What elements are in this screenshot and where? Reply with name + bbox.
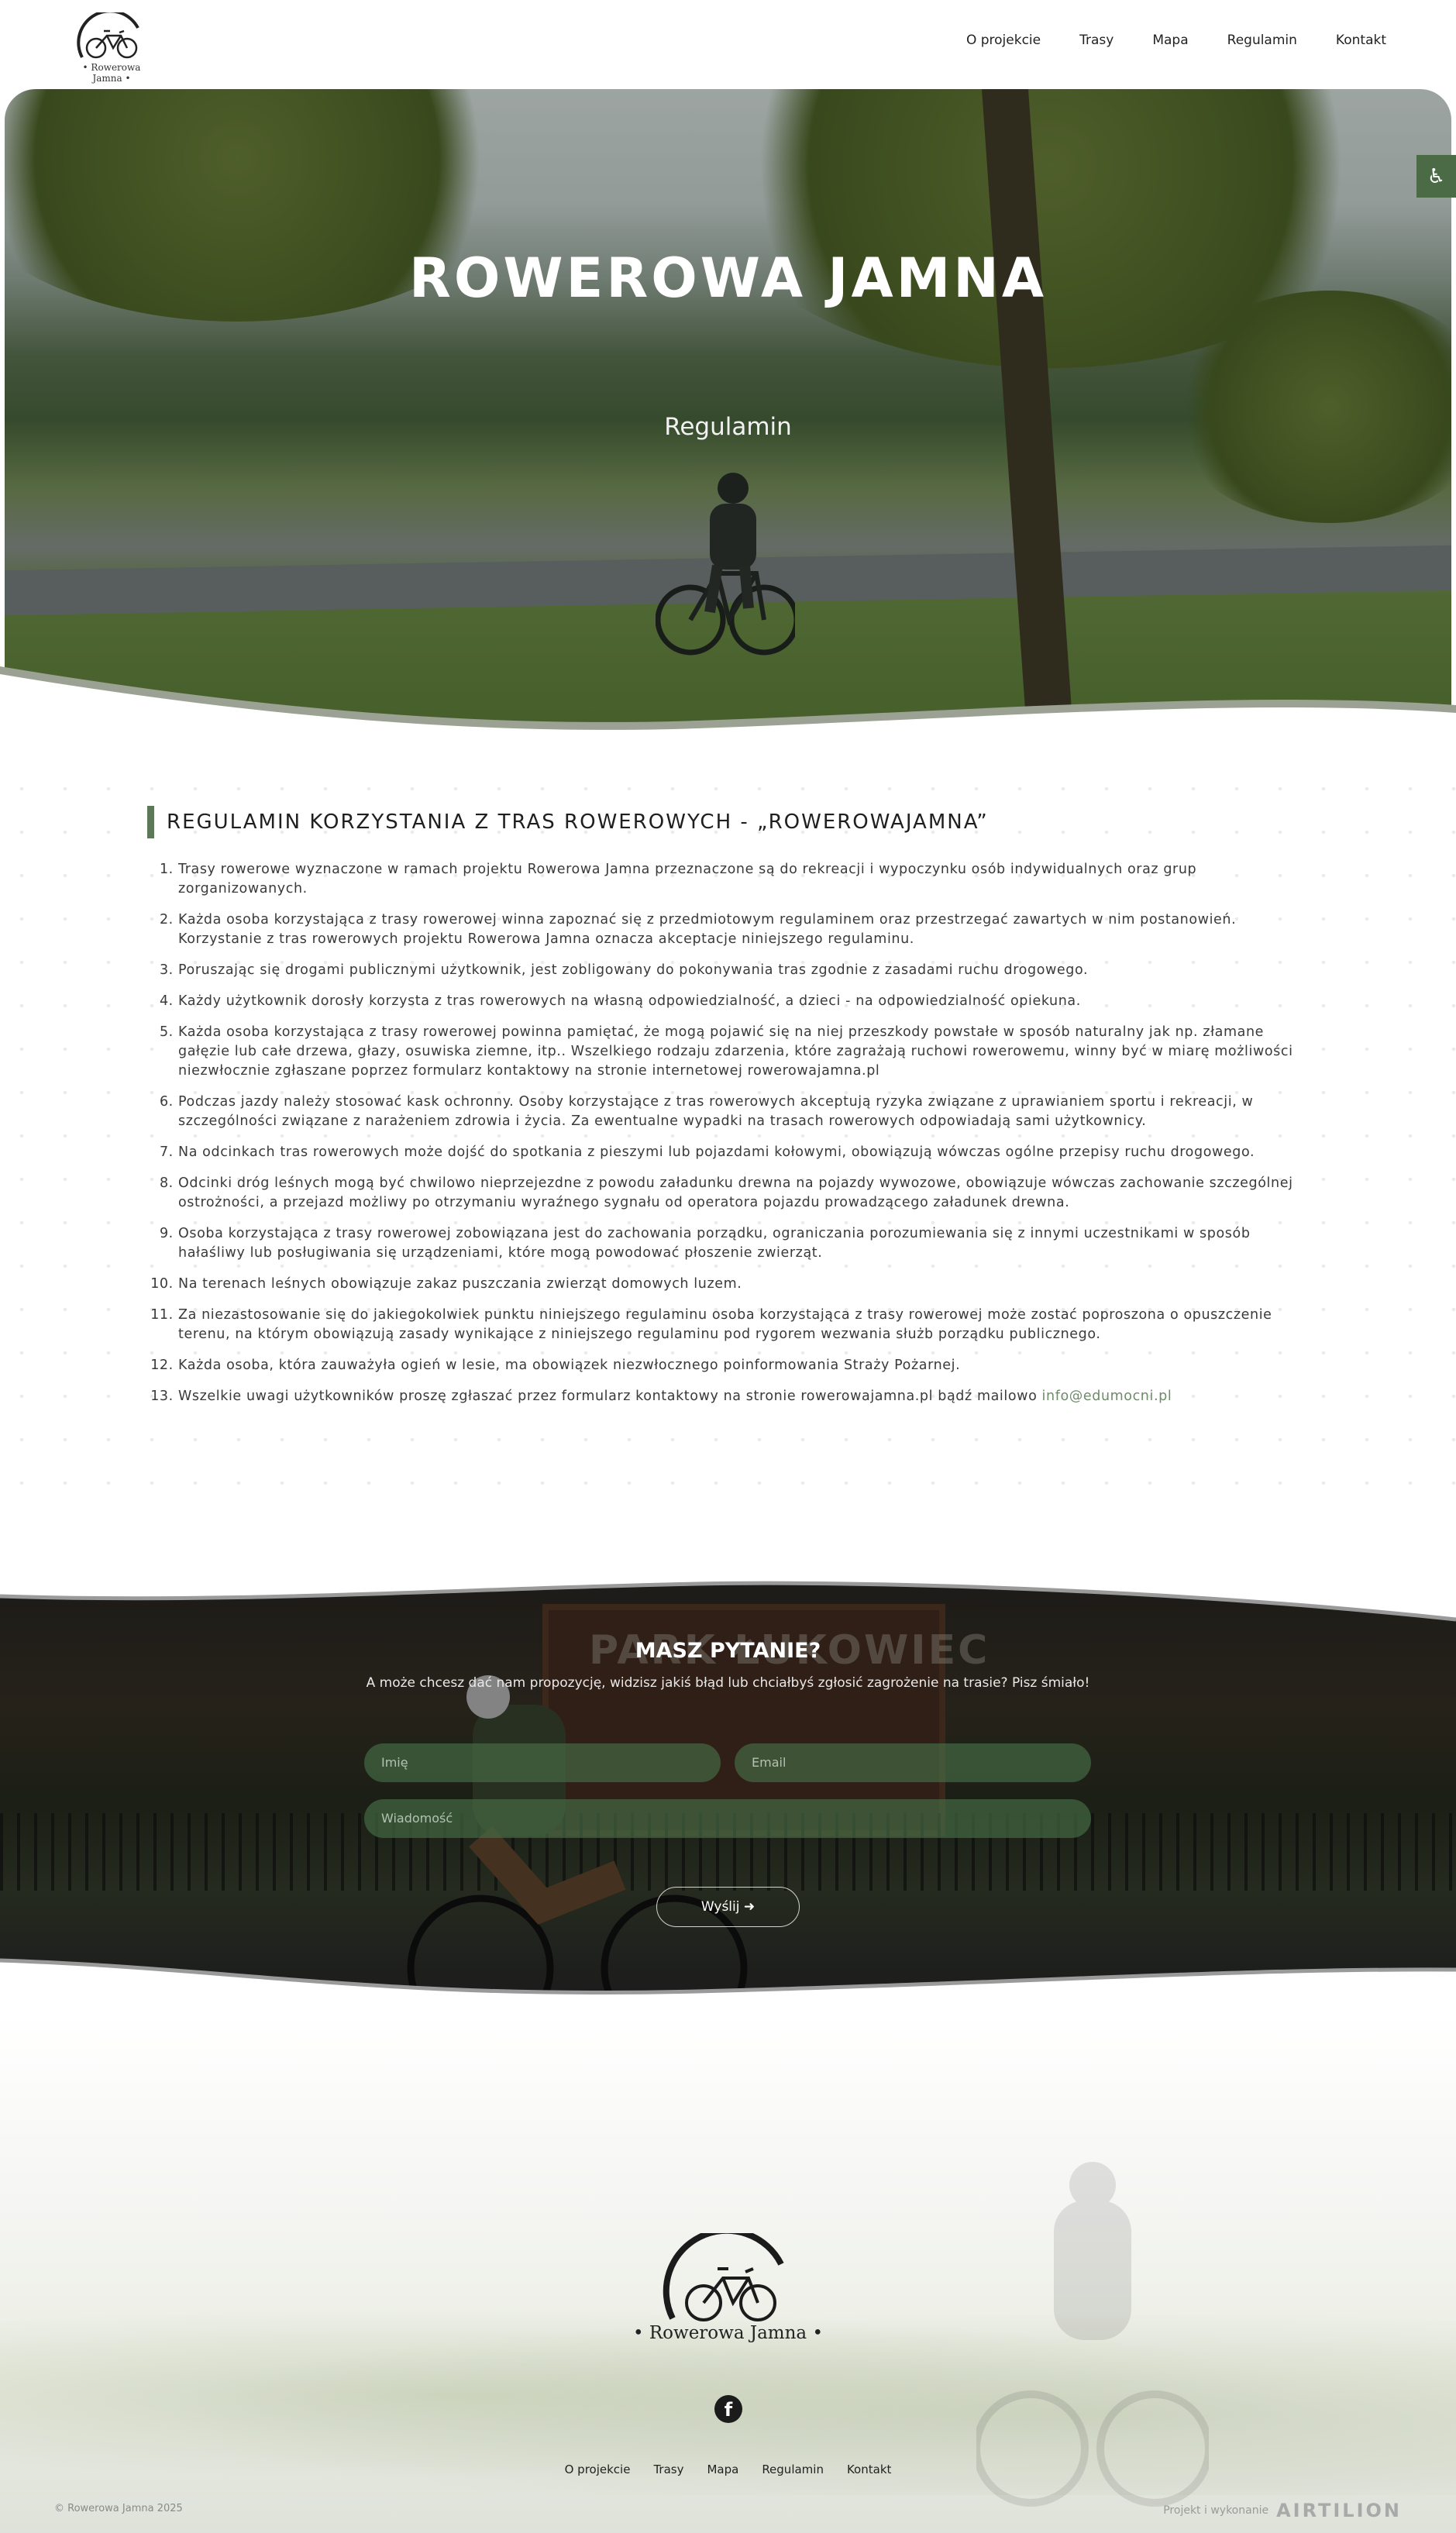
- regulation-item: Każda osoba, która zauważyła ogień w les…: [178, 1356, 1310, 1375]
- name-field[interactable]: Imię: [364, 1743, 721, 1782]
- contact-wave-top: [0, 1573, 1456, 1622]
- credit-label: Projekt i wykonanie: [1163, 2504, 1269, 2517]
- facebook-icon[interactable]: f: [714, 2395, 742, 2423]
- regulation-item-text: Wszelkie uwagi użytkowników proszę zgłas…: [178, 1389, 1042, 1404]
- regulation-item: Każda osoba korzystająca z trasy rowerow…: [178, 1023, 1310, 1081]
- main-nav: O projekcie Trasy Mapa Regulamin Kontakt: [966, 33, 1386, 48]
- email-field[interactable]: Email: [735, 1743, 1091, 1782]
- regulations-heading: REGULAMIN KORZYSTANIA Z TRAS ROWEROWYCH …: [147, 806, 1310, 838]
- regulation-item: Odcinki dróg leśnych mogą być chwilowo n…: [178, 1174, 1310, 1213]
- regulation-item: Na odcinkach tras rowerowych może dojść …: [178, 1143, 1310, 1162]
- regulation-item: Trasy rowerowe wyznaczone w ramach proje…: [178, 860, 1310, 899]
- nav-link-regulamin[interactable]: Regulamin: [1227, 33, 1297, 48]
- regulations-list: Trasy rowerowe wyznaczone w ramach proje…: [147, 860, 1310, 1406]
- message-field[interactable]: Wiadomość: [364, 1799, 1091, 1838]
- site-logo[interactable]: • Rowerowa Jamna •: [67, 12, 157, 84]
- regulation-item: Za niezastosowanie się do jakiegokolwiek…: [178, 1306, 1310, 1344]
- hero-title: ROWEROWA JAMNA: [408, 246, 1048, 310]
- accessibility-button[interactable]: ♿: [1416, 155, 1456, 198]
- regulation-item: Podczas jazdy należy stosować kask ochro…: [178, 1093, 1310, 1131]
- nav-link-o-projekcie[interactable]: O projekcie: [966, 33, 1041, 48]
- nav-link-trasy[interactable]: Trasy: [1079, 33, 1114, 48]
- footer-link-mapa[interactable]: Mapa: [707, 2462, 738, 2476]
- credit[interactable]: Projekt i wykonanie AIRTILION: [1163, 2500, 1402, 2521]
- footer-logo-text: • Rowerowa Jamna •: [632, 2323, 824, 2343]
- nav-link-kontakt[interactable]: Kontakt: [1336, 33, 1386, 48]
- regulation-item: Poruszając się drogami publicznymi użytk…: [178, 961, 1310, 980]
- regulation-item: Na terenach leśnych obowiązuje zakaz pus…: [178, 1275, 1310, 1294]
- accessibility-icon: ♿: [1427, 164, 1446, 188]
- footer-link-trasy[interactable]: Trasy: [653, 2462, 683, 2476]
- contact-title: MASZ PYTANIE?: [635, 1639, 821, 1663]
- regulations-section: REGULAMIN KORZYSTANIA Z TRAS ROWEROWYCH …: [147, 806, 1310, 1418]
- footer-link-o-projekcie[interactable]: O projekcie: [565, 2462, 631, 2476]
- footer-nav: O projekcie Trasy Mapa Regulamin Kontakt: [0, 2462, 1456, 2476]
- credit-brand-logo: AIRTILION: [1276, 2500, 1402, 2521]
- regulation-item: Każdy użytkownik dorosły korzysta z tras…: [178, 992, 1310, 1011]
- bicycle-logo-icon: [77, 12, 139, 59]
- site-header: • Rowerowa Jamna • O projekcie Trasy Map…: [0, 0, 1456, 89]
- contact-wave-bottom: [0, 1958, 1456, 2015]
- footer-link-regulamin[interactable]: Regulamin: [762, 2462, 824, 2476]
- nav-link-mapa[interactable]: Mapa: [1152, 33, 1188, 48]
- regulation-item: Wszelkie uwagi użytkowników proszę zgłas…: [178, 1387, 1310, 1406]
- email-link[interactable]: info@edumocni.pl: [1042, 1389, 1172, 1404]
- logo-text: • Rowerowa Jamna •: [82, 62, 141, 84]
- hero-banner: [5, 89, 1451, 724]
- footer-link-kontakt[interactable]: Kontakt: [847, 2462, 891, 2476]
- regulation-item: Każda osoba korzystająca z trasy rowerow…: [178, 910, 1310, 949]
- contact-subtitle: A może chcesz dać nam propozycję, widzis…: [366, 1675, 1090, 1691]
- hero-wave-divider: [0, 666, 1456, 736]
- send-button[interactable]: Wyślij ➜: [656, 1887, 800, 1927]
- copyright-text: © Rowerowa Jamna 2025: [54, 2503, 183, 2514]
- hero-subtitle: Regulamin: [664, 413, 792, 441]
- hero-overlay: [5, 89, 1451, 724]
- footer-logo[interactable]: [649, 2233, 807, 2326]
- regulation-item: Osoba korzystająca z trasy rowerowej zob…: [178, 1224, 1310, 1263]
